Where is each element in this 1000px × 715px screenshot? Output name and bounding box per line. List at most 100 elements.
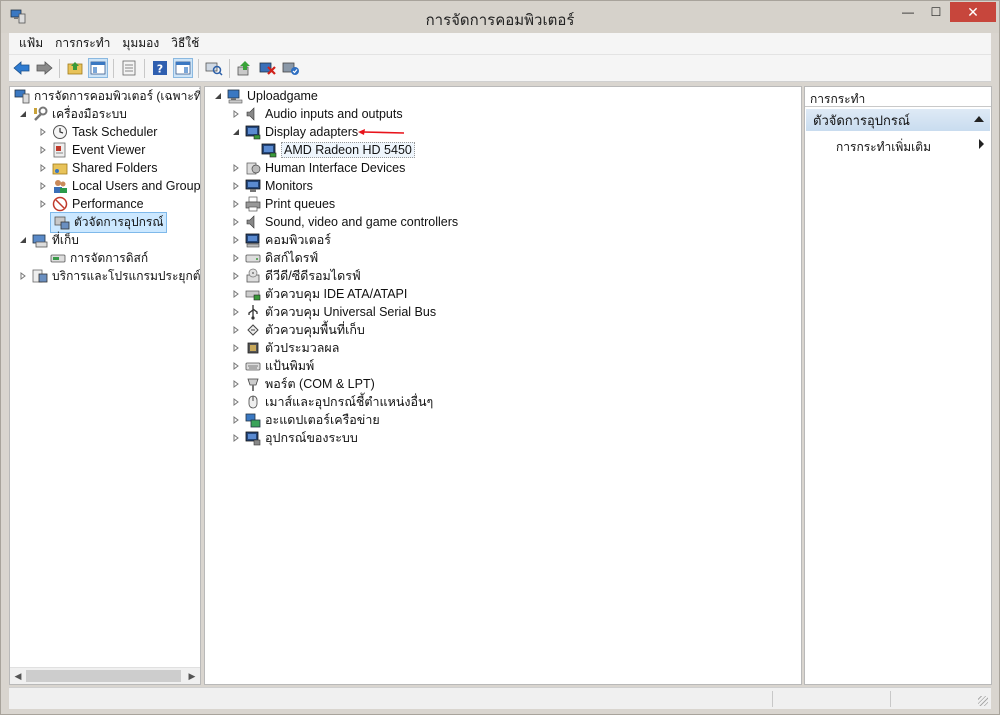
device-category-label: พอร์ต (COM & LPT) bbox=[265, 377, 375, 391]
submenu-arrow-icon[interactable] bbox=[979, 139, 984, 149]
expand-triangle-icon[interactable] bbox=[231, 199, 241, 209]
tree-item-root[interactable]: การจัดการคอมพิวเตอร์ (เฉพาะที่) bbox=[14, 87, 200, 105]
expand-triangle-icon[interactable] bbox=[231, 361, 241, 371]
title-bar[interactable]: การจัดการคอมพิวเตอร์ — ☐ ✕ bbox=[1, 1, 999, 33]
more-actions-item[interactable]: การกระทำเพิ่มเติม bbox=[836, 138, 931, 157]
expand-triangle-icon[interactable] bbox=[231, 109, 241, 119]
expand-triangle-icon[interactable] bbox=[231, 397, 241, 407]
expand-triangle-icon[interactable] bbox=[38, 181, 48, 191]
device-category-row[interactable]: คอมพิวเตอร์ bbox=[231, 231, 331, 249]
tree-item-event-viewer[interactable]: Event Viewer bbox=[38, 141, 145, 159]
menu-help[interactable]: วิธีใช้ bbox=[165, 34, 205, 53]
expand-triangle-icon[interactable] bbox=[231, 217, 241, 227]
expand-triangle-icon[interactable] bbox=[231, 253, 241, 263]
device-category-row[interactable]: ตัวควบคุมพื้นที่เก็บ bbox=[231, 321, 365, 339]
tree-item-performance[interactable]: Performance bbox=[38, 195, 144, 213]
keyboard-icon bbox=[245, 362, 261, 371]
device-category-row[interactable]: อะแดปเตอร์เครือข่าย bbox=[231, 411, 380, 429]
speaker-icon bbox=[246, 215, 255, 229]
expand-triangle-icon[interactable] bbox=[231, 343, 241, 353]
tree-item-services[interactable]: บริการและโปรแกรมประยุกต์ bbox=[18, 267, 200, 285]
scroll-right-icon[interactable]: ▶ bbox=[184, 668, 200, 684]
expand-triangle-icon[interactable] bbox=[231, 271, 241, 281]
actions-section-device-manager[interactable]: ตัวจัดการอุปกรณ์ bbox=[806, 109, 990, 131]
device-category-label: เมาส์และอุปกรณ์ชี้ตำแหน่งอื่นๆ bbox=[265, 395, 434, 409]
collapse-triangle-icon[interactable] bbox=[231, 127, 241, 137]
scan-hardware-icon[interactable] bbox=[204, 58, 224, 78]
tree-item-task-scheduler[interactable]: Task Scheduler bbox=[38, 123, 157, 141]
expand-triangle-icon[interactable] bbox=[38, 145, 48, 155]
horizontal-scrollbar[interactable]: ◀ ▶ bbox=[10, 667, 200, 684]
toolbar-separator bbox=[113, 59, 114, 78]
expand-triangle-icon[interactable] bbox=[231, 325, 241, 335]
tree-item-label: Task Scheduler bbox=[72, 125, 158, 139]
expand-triangle-icon[interactable] bbox=[231, 415, 241, 425]
tree-item-label: Shared Folders bbox=[72, 161, 158, 175]
expand-triangle-icon[interactable] bbox=[231, 433, 241, 443]
properties-icon[interactable] bbox=[119, 58, 139, 78]
close-button[interactable]: ✕ bbox=[950, 2, 996, 22]
expand-triangle-icon[interactable] bbox=[231, 235, 241, 245]
tree-item-device-manager[interactable]: ตัวจัดการอุปกรณ์ bbox=[50, 211, 168, 233]
computer-name: Uploadgame bbox=[247, 89, 318, 103]
device-category-row[interactable]: อุปกรณ์ของระบบ bbox=[231, 429, 358, 447]
device-category-row[interactable]: Monitors bbox=[231, 177, 313, 195]
device-category-row[interactable]: ดิสก์ไดรฟ์ bbox=[231, 249, 318, 267]
expand-triangle-icon[interactable] bbox=[231, 163, 241, 173]
maximize-button[interactable]: ☐ bbox=[922, 2, 950, 22]
tree-item-storage[interactable]: ที่เก็บ bbox=[18, 231, 79, 249]
status-separator bbox=[772, 691, 773, 707]
device-category-row[interactable]: แป้นพิมพ์ bbox=[231, 357, 314, 375]
tree-item-system-tools[interactable]: เครื่องมือระบบ bbox=[18, 105, 127, 123]
device-category-row[interactable]: เมาส์และอุปกรณ์ชี้ตำแหน่งอื่นๆ bbox=[231, 393, 433, 411]
menu-file[interactable]: แฟ้ม bbox=[13, 34, 49, 53]
expand-triangle-icon[interactable] bbox=[231, 289, 241, 299]
shared-folder-icon bbox=[52, 163, 68, 175]
scroll-left-icon[interactable]: ◀ bbox=[10, 668, 26, 684]
menu-view[interactable]: มุมมอง bbox=[116, 34, 165, 53]
computer-management-icon bbox=[14, 89, 30, 104]
tree-item-disk-management[interactable]: การจัดการดิสก์ bbox=[50, 249, 148, 267]
collapse-triangle-icon[interactable] bbox=[18, 235, 28, 245]
menu-action[interactable]: การกระทำ bbox=[49, 34, 116, 53]
update-driver-icon[interactable] bbox=[235, 58, 255, 78]
device-category-row[interactable]: ตัวควบคุม Universal Serial Bus bbox=[231, 303, 436, 321]
expand-triangle-icon[interactable] bbox=[231, 307, 241, 317]
device-category-row[interactable]: Display adapters bbox=[231, 123, 358, 141]
collapse-up-icon[interactable] bbox=[974, 116, 984, 122]
resize-grip-icon[interactable] bbox=[978, 696, 988, 706]
tree-item-shared-folders[interactable]: Shared Folders bbox=[38, 159, 157, 177]
device-tree-root[interactable]: Uploadgame bbox=[213, 87, 318, 105]
device-category-label: แป้นพิมพ์ bbox=[265, 359, 315, 373]
collapse-triangle-icon[interactable] bbox=[213, 91, 223, 101]
device-category-row[interactable]: Print queues bbox=[231, 195, 335, 213]
device-category-row[interactable]: ตัวควบคุม IDE ATA/ATAPI bbox=[231, 285, 407, 303]
device-category-row[interactable]: Human Interface Devices bbox=[231, 159, 405, 177]
device-category-row[interactable]: พอร์ต (COM & LPT) bbox=[231, 375, 375, 393]
scrollbar-thumb[interactable] bbox=[26, 670, 181, 682]
device-category-row[interactable]: Audio inputs and outputs bbox=[231, 105, 403, 123]
expand-triangle-icon[interactable] bbox=[231, 181, 241, 191]
expand-triangle-icon[interactable] bbox=[231, 379, 241, 389]
expand-triangle-icon[interactable] bbox=[38, 163, 48, 173]
minimize-button[interactable]: — bbox=[894, 2, 922, 22]
expand-triangle-icon[interactable] bbox=[18, 271, 28, 281]
device-amd-radeon[interactable]: AMD Radeon HD 5450 bbox=[261, 141, 415, 159]
status-separator bbox=[890, 691, 891, 707]
show-hide-tree-icon[interactable] bbox=[88, 58, 108, 78]
show-hide-action-pane-icon[interactable] bbox=[173, 58, 193, 78]
back-arrow-icon[interactable] bbox=[12, 58, 32, 78]
forward-arrow-icon[interactable] bbox=[34, 58, 54, 78]
collapse-triangle-icon[interactable] bbox=[18, 109, 28, 119]
device-category-row[interactable]: Sound, video and game controllers bbox=[231, 213, 458, 231]
uninstall-device-icon[interactable] bbox=[258, 58, 278, 78]
up-folder-icon[interactable] bbox=[65, 58, 85, 78]
help-icon[interactable]: ? bbox=[150, 58, 170, 78]
device-category-row[interactable]: ดีวีดี/ซีดีรอมไดรฟ์ bbox=[231, 267, 361, 285]
expand-triangle-icon[interactable] bbox=[38, 127, 48, 137]
enable-device-icon[interactable] bbox=[281, 58, 301, 78]
device-category-row[interactable]: ตัวประมวลผล bbox=[231, 339, 339, 357]
tree-item-local-users[interactable]: Local Users and Groups bbox=[38, 177, 200, 195]
expand-triangle-icon[interactable] bbox=[38, 199, 48, 209]
device-category-label: Audio inputs and outputs bbox=[265, 107, 403, 121]
